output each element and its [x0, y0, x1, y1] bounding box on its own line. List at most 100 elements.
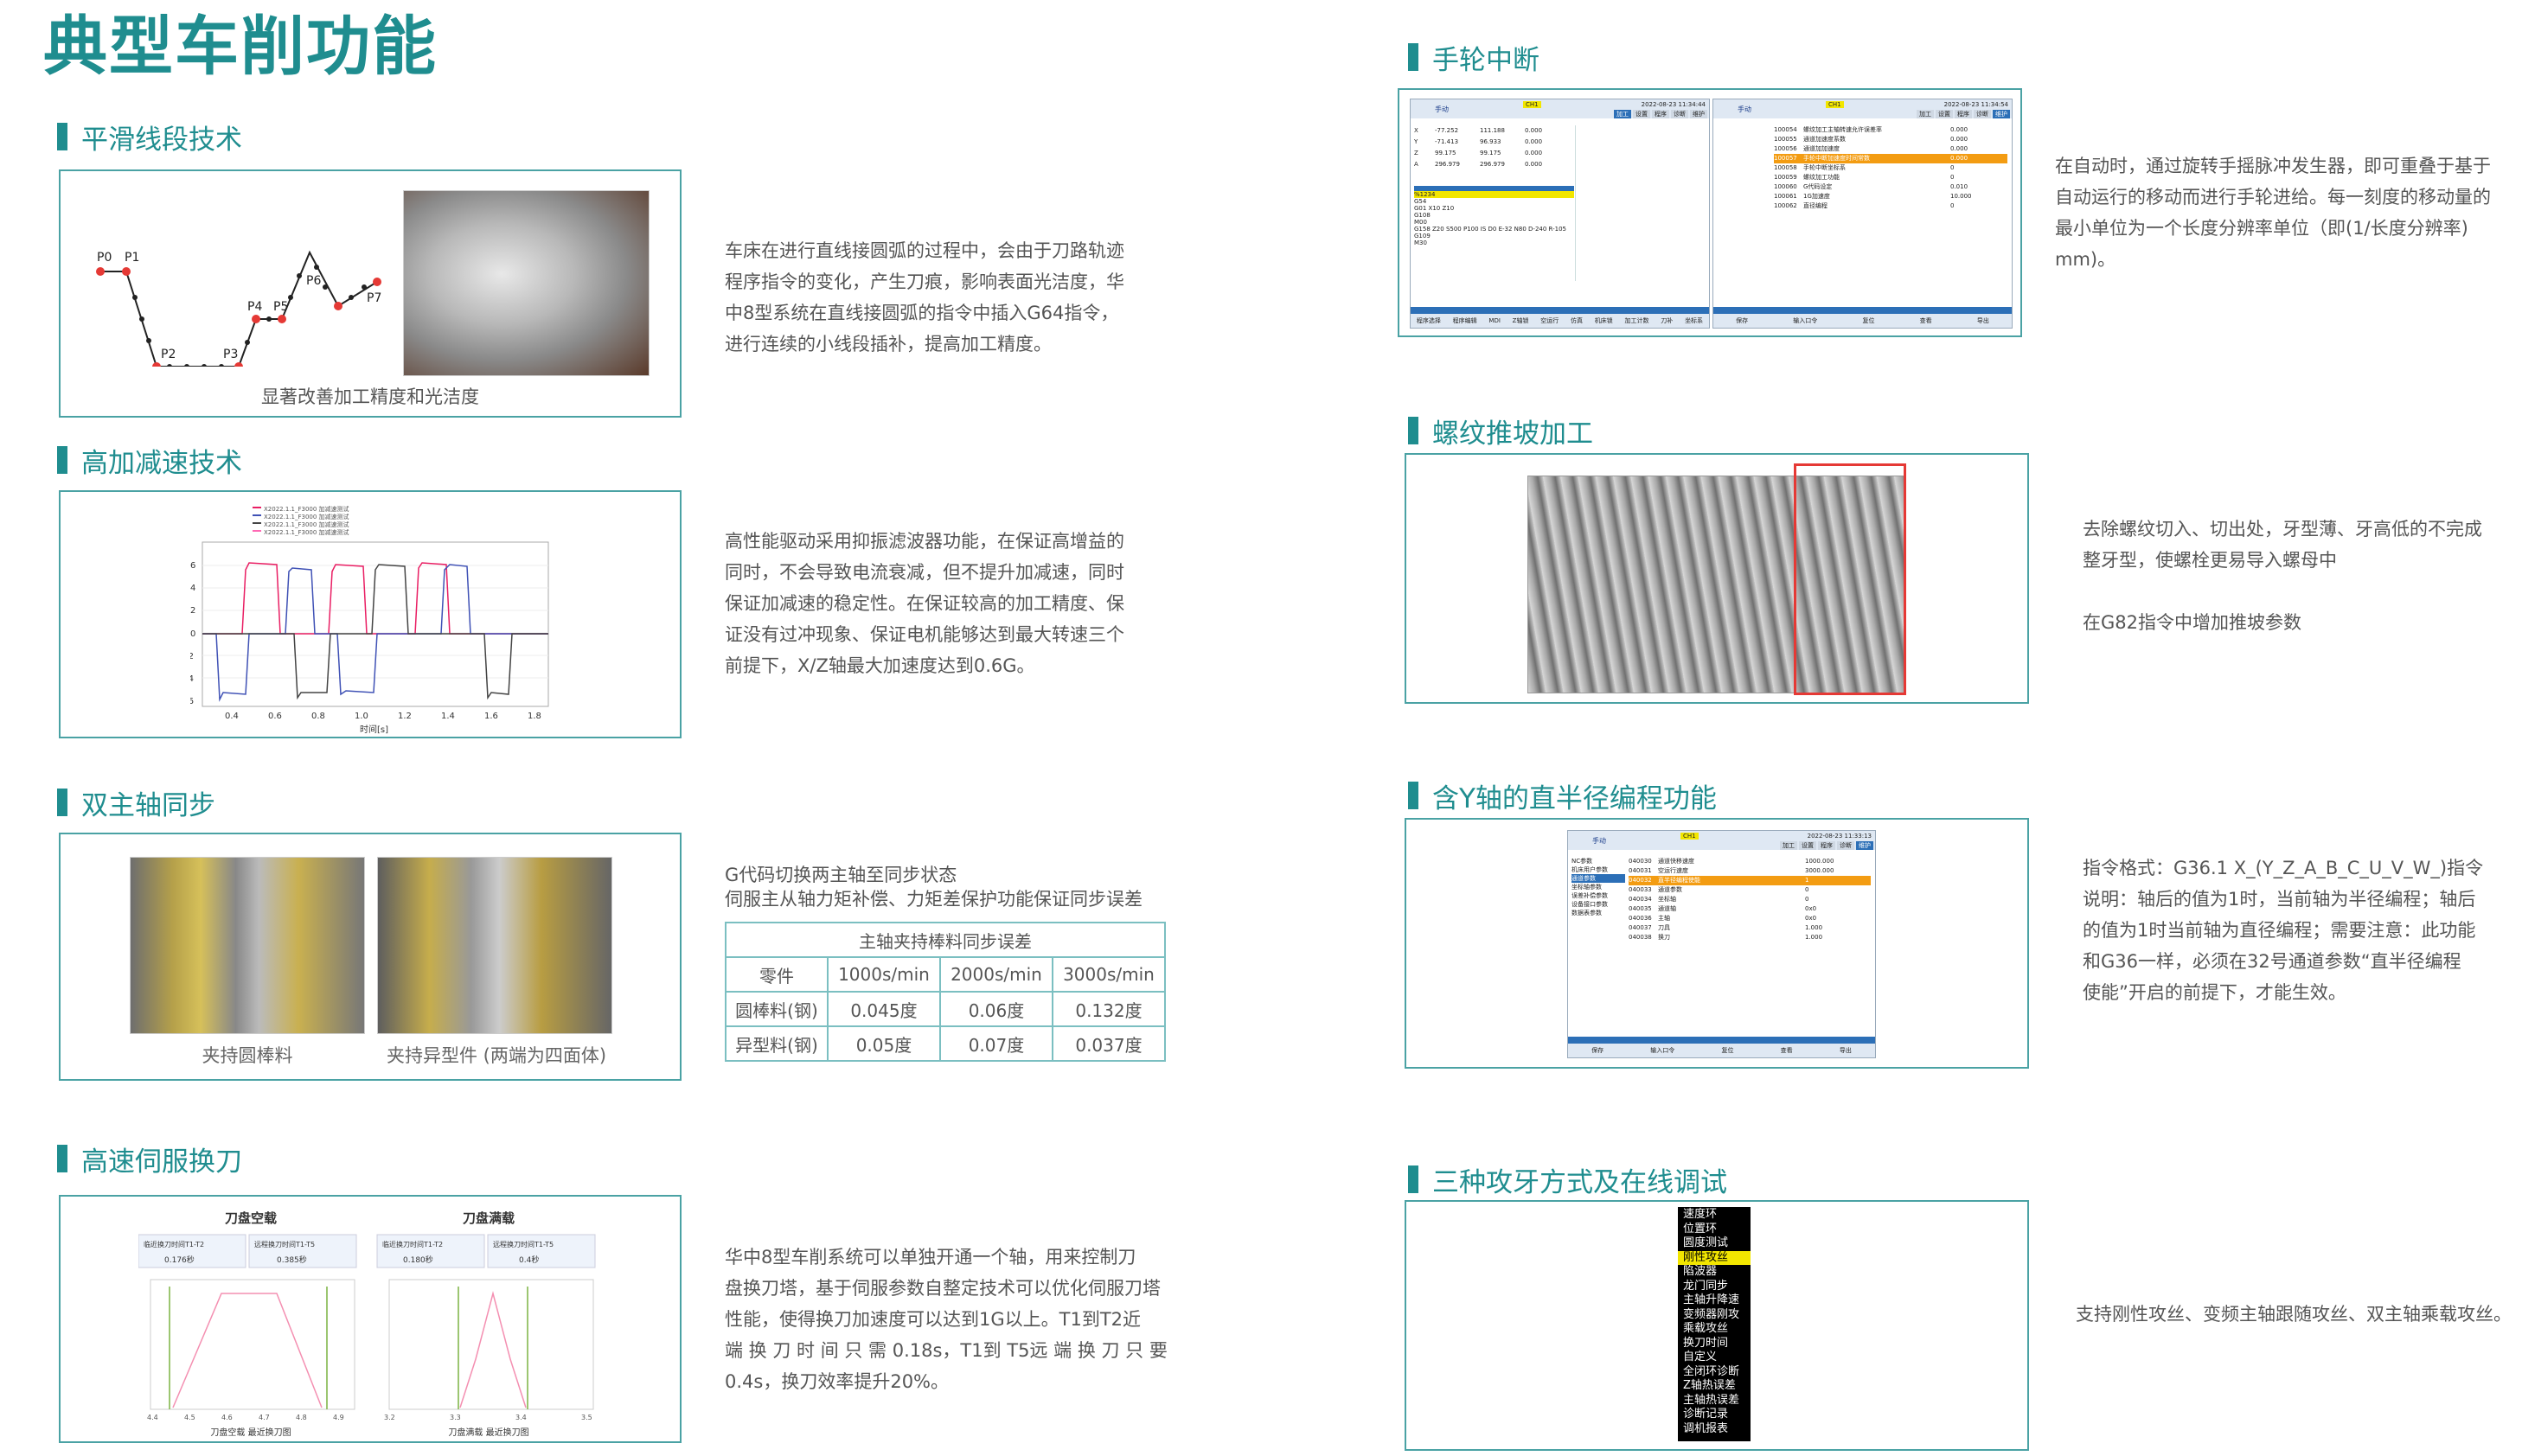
section-tapping-title: 三种攻牙方式及在线调试	[1432, 1166, 1727, 1198]
cnc-tab[interactable]: 加工	[1780, 841, 1797, 850]
softkey[interactable]: Z轴锁	[1513, 316, 1529, 325]
program-line: M30	[1414, 239, 1427, 246]
softkey[interactable]: 导出	[1840, 1046, 1852, 1055]
cnc-tab[interactable]: 诊断	[1837, 841, 1854, 850]
param-row-selected[interactable]: 100057 手轮中断加速度时间常数 0.000	[1774, 154, 2007, 163]
param-row: 040034 坐标轴 0	[1629, 896, 1809, 903]
legend-entry: X2022.1.1_F3000 加减速测试	[264, 505, 349, 513]
menu-item[interactable]: 调机报表	[1678, 1422, 1751, 1437]
param-row: 040036 主轴 0x0	[1629, 915, 1817, 922]
desc-line: 进行连续的小线段插补，提高加工精度。	[725, 334, 1052, 354]
table-cell: 异型料(钢)	[725, 1025, 829, 1062]
servo-stat-value: 0.176秒	[164, 1255, 195, 1265]
softkey[interactable]: 导出	[1977, 316, 1989, 325]
menu-item[interactable]: Z轴热误差	[1678, 1379, 1751, 1394]
cnc-tab[interactable]: 维护	[1993, 110, 2010, 118]
menu-item[interactable]: 自定义	[1678, 1351, 1751, 1365]
program-line: G109	[1414, 233, 1431, 239]
param-row: 040030 通道快移速度 1000.000	[1629, 858, 1834, 865]
menu-item[interactable]: 圆度测试	[1678, 1236, 1751, 1251]
menu-item[interactable]: 速度环	[1678, 1208, 1751, 1223]
menu-item[interactable]: 变频器刚攻	[1678, 1308, 1751, 1323]
desc-line: 端 换 刀 时 间 只 需 0.18s，T1到 T5远 端 换 刀 只 要	[725, 1340, 1168, 1361]
cnc-tab[interactable]: 维护	[1856, 841, 1873, 850]
cnc-tab[interactable]: 加工	[1917, 110, 1934, 118]
softkey[interactable]: 查看	[1781, 1046, 1793, 1055]
menu-item[interactable]: 龙门同步	[1678, 1280, 1751, 1294]
cnc-tab[interactable]: 加工	[1614, 110, 1631, 118]
softkey[interactable]: 查看	[1920, 316, 1932, 325]
param-row-selected[interactable]: 040032 直半径编程使能 1	[1629, 876, 1871, 885]
softkey[interactable]: 输入口令	[1793, 316, 1817, 325]
servo-tick: 4.9	[333, 1414, 344, 1421]
softkey[interactable]: 程序编辑	[1453, 316, 1477, 325]
softkey[interactable]: 程序选择	[1417, 316, 1441, 325]
menu-item[interactable]: 换刀时间	[1678, 1337, 1751, 1351]
machined-part-photo	[403, 190, 650, 376]
cnc-tab[interactable]: 程序	[1652, 110, 1669, 118]
softkey[interactable]: 复位	[1862, 316, 1874, 325]
nav-item[interactable]: 数据表参数	[1571, 909, 1625, 917]
softkey[interactable]: 坐标系	[1685, 316, 1703, 325]
cnc-tab[interactable]: 设置	[1799, 841, 1816, 850]
section-tapping-header: 三种攻牙方式及在线调试	[1408, 1160, 1727, 1198]
table-header: 2000s/min	[938, 956, 1053, 993]
axis-row: X -77.252 111.188 0.000	[1414, 127, 1543, 134]
cnc-tab[interactable]: 程序	[1955, 110, 1972, 118]
table-cell: 0.132度	[1051, 991, 1167, 1027]
nav-item[interactable]: 设备接口参数	[1571, 900, 1625, 909]
softkey[interactable]: 输入口令	[1650, 1046, 1674, 1055]
softkey[interactable]: 仿真	[1571, 316, 1583, 325]
x-tick: 1.8	[528, 712, 541, 721]
program-line: G158 Z20 S500 P100 IS D0 E-32 N80 D-240 …	[1414, 226, 1566, 233]
menu-item[interactable]: 位置环	[1678, 1223, 1751, 1237]
softkey[interactable]: 加工计数	[1625, 316, 1649, 325]
softkey[interactable]: 保存	[1736, 316, 1748, 325]
desc-line: 同时，不会导致电流衰减，但不提升加减速，同时	[725, 562, 1124, 583]
smooth-panel: P0 P1 P2 P3 P4 P5 P6 P7 显著改善加工精度和光洁度	[59, 169, 682, 418]
param-row: 100056 通道加加速度 0.000	[1774, 145, 1968, 152]
softkey[interactable]: 空运行	[1540, 316, 1559, 325]
smooth-caption: 显著改善加工精度和光洁度	[261, 386, 479, 407]
program-line: G54	[1414, 198, 1427, 205]
softkey[interactable]: 保存	[1591, 1046, 1603, 1055]
x-tick: 1.0	[355, 712, 368, 721]
cnc-tab[interactable]: 设置	[1633, 110, 1650, 118]
cnc-datetime: 2022-08-23 11:33:13	[1807, 833, 1872, 840]
menu-item-selected[interactable]: 刚性攻丝	[1678, 1250, 1751, 1265]
nav-item-selected[interactable]: 通道参数	[1571, 874, 1625, 883]
servo-stat-value: 0.180秒	[403, 1255, 433, 1265]
cnc-tab[interactable]: 维护	[1690, 110, 1707, 118]
section-bar	[57, 789, 67, 816]
legend-entry: X2022.1.1_F3000 加减速测试	[264, 520, 349, 528]
cnc-tab[interactable]: 诊断	[1974, 110, 1991, 118]
desc-line: 盘换刀塔，基于伺服参数自整定技术可以优化伺服刀塔	[725, 1278, 1161, 1299]
cnc-mode: 手动	[1738, 105, 1751, 113]
menu-item[interactable]: 乘载攻丝	[1678, 1322, 1751, 1337]
menu-item[interactable]: 诊断记录	[1678, 1408, 1751, 1422]
section-dual-title: 双主轴同步	[81, 789, 215, 821]
path-label: P0	[97, 251, 112, 265]
softkey[interactable]: 机床锁	[1595, 316, 1613, 325]
nav-item[interactable]: 坐标轴参数	[1571, 883, 1625, 891]
nav-item[interactable]: NC参数	[1571, 857, 1625, 865]
softkey[interactable]: 复位	[1721, 1046, 1733, 1055]
cnc-screen-yaxis: 手动 CH1 2022-08-23 11:33:13 加工 设置 程序 诊断 维…	[1567, 830, 1876, 1058]
menu-item[interactable]: 主轴升降速	[1678, 1293, 1751, 1308]
smooth-description: 车床在进行直线接圆弧的过程中，会由于刀路轨迹 程序指令的变化，产生刀痕，影响表面…	[725, 235, 1175, 360]
nav-item[interactable]: 机床用户参数	[1571, 865, 1625, 874]
menu-item[interactable]: 全闭环诊断	[1678, 1365, 1751, 1380]
softkey[interactable]: MDI	[1488, 317, 1501, 324]
nav-item[interactable]: 误差补偿参数	[1571, 891, 1625, 900]
cnc-tab[interactable]: 设置	[1936, 110, 1953, 118]
sync-error-table: 主轴夹持棒料同步误差 零件 1000s/min 2000s/min 3000s/…	[725, 922, 1167, 1062]
menu-item[interactable]: 主轴热误差	[1678, 1394, 1751, 1408]
path-label: P2	[161, 348, 176, 361]
cnc-channel: CH1	[1826, 101, 1844, 108]
softkey[interactable]: 刀补	[1661, 316, 1673, 325]
table-cell: 0.07度	[938, 1025, 1053, 1062]
cnc-softkeys: 保存 输入口令 复位 查看 导出	[1713, 314, 2012, 328]
cnc-tab[interactable]: 诊断	[1671, 110, 1688, 118]
cnc-tab[interactable]: 程序	[1818, 841, 1835, 850]
menu-item[interactable]: 陷波器	[1678, 1265, 1751, 1280]
